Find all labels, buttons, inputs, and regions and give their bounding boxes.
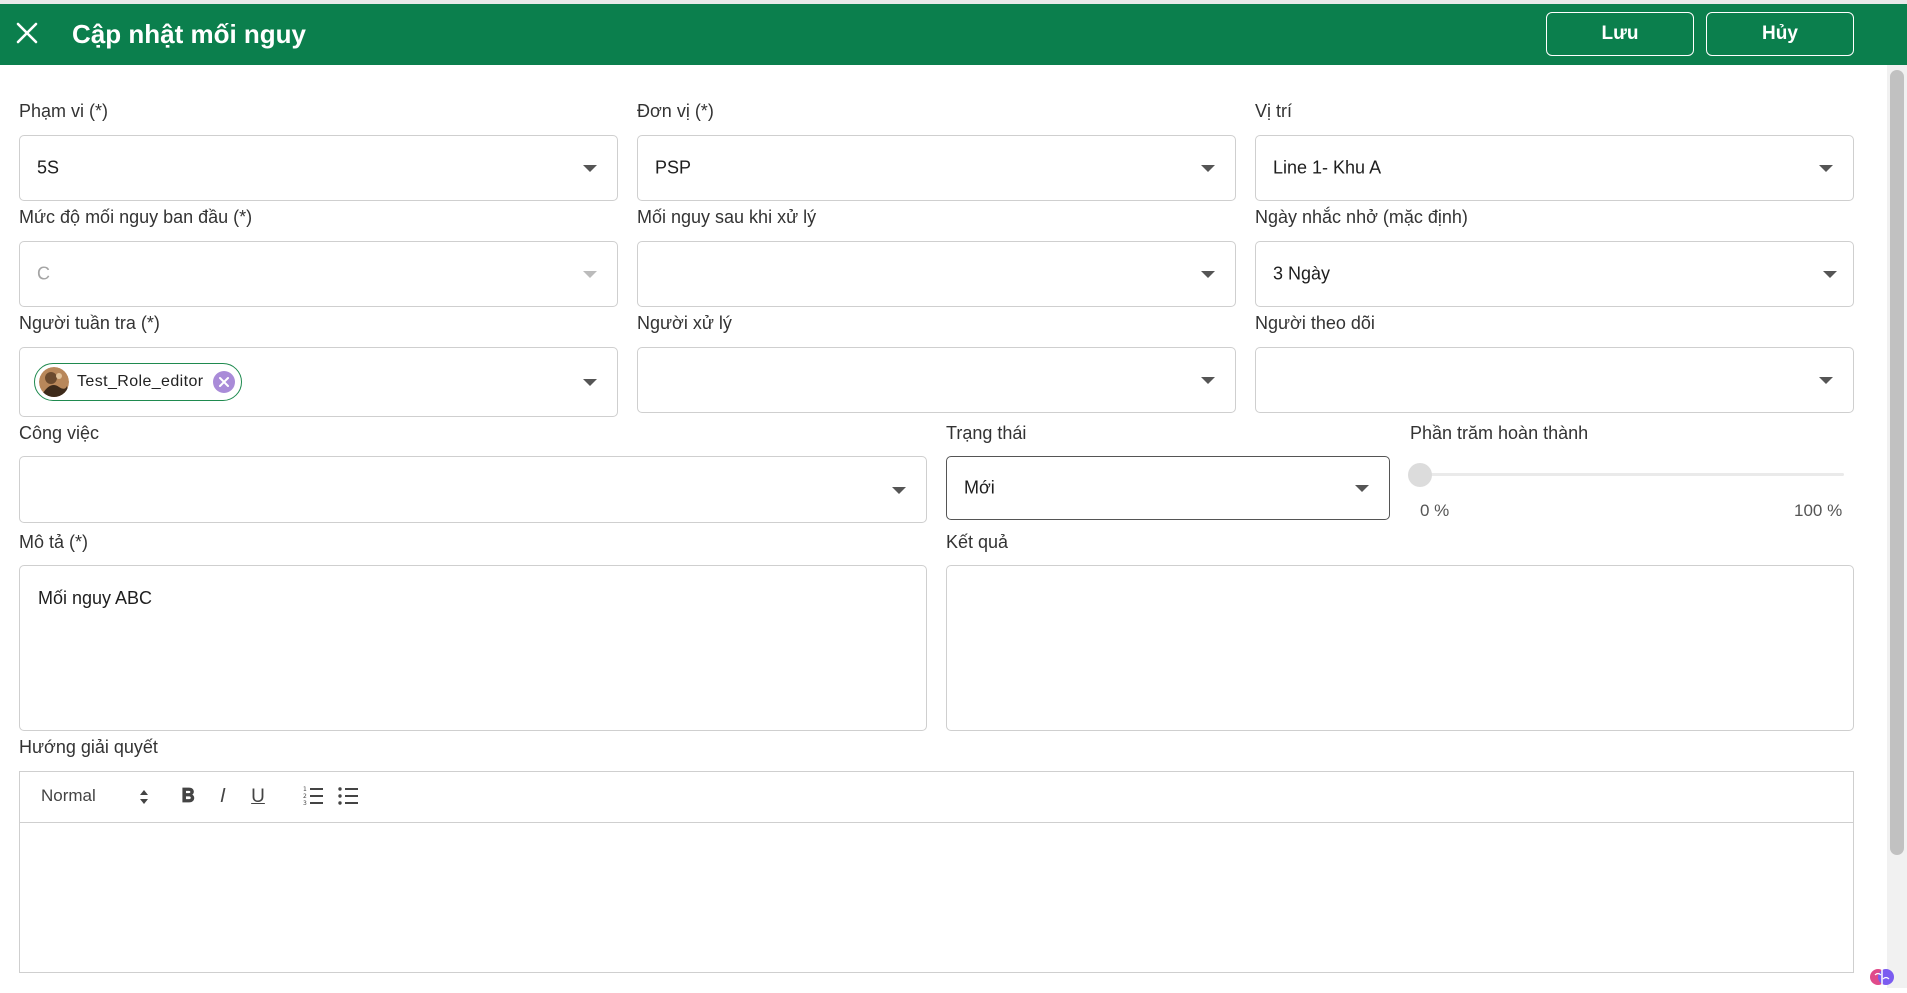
moi-nguy-sau-select[interactable] [637,241,1236,307]
user-chip-label: Test_Role_editor [77,373,204,390]
muc-do-value: C [37,263,50,284]
progress-slider-thumb[interactable] [1408,463,1432,487]
muc-do-select[interactable]: C [19,241,618,307]
chevron-down-icon [1819,165,1833,172]
avatar [39,367,69,397]
bullet-list-icon [338,787,358,805]
format-select[interactable]: Normal [39,785,149,809]
trang-thai-select[interactable]: Mới [946,456,1390,520]
phan-tram-label: Phần trăm hoàn thành [1410,423,1589,443]
ordered-list-icon: 1 2 3 [303,786,323,807]
updown-arrow-icon [140,790,148,804]
ordered-list-button[interactable]: 1 2 3 [300,784,326,810]
cong-viec-label: Công việc [19,423,100,443]
nguoi-tuan-tra-label: Người tuần tra (*) [19,313,160,333]
italic-button[interactable]: 𝐼 [210,784,236,810]
svg-text:2: 2 [303,793,307,800]
ket-qua-label: Kết quả [946,532,1009,552]
cancel-button[interactable]: Hủy [1706,12,1854,56]
nguoi-xu-ly-label: Người xử lý [637,313,732,333]
remove-chip-icon[interactable] [213,371,236,393]
svg-text:1: 1 [303,786,307,793]
brain-icon[interactable] [1870,965,1894,988]
nguoi-theo-doi-label: Người theo dõi [1255,313,1375,333]
pham-vi-label: Phạm vi (*) [19,101,109,121]
chevron-down-icon [892,486,906,494]
save-button[interactable]: Lưu [1546,12,1694,56]
huong-giai-quyet-label: Hướng giải quyết [19,737,158,757]
mo-ta-textarea[interactable]: Mối nguy ABC [19,565,927,731]
slider-max-label: 100 % [1794,501,1843,520]
chevron-down-icon [583,271,597,278]
ngay-nhac-select[interactable]: 3 Ngày [1255,241,1854,307]
slider-min-label: 0 % [1420,501,1450,520]
chevron-down-icon [1355,485,1369,492]
muc-do-label: Mức độ mối nguy ban đầu (*) [19,207,253,227]
ngay-nhac-value: 3 Ngày [1273,263,1331,284]
chevron-down-icon [583,165,597,172]
trang-thai-value: Mới [964,477,995,498]
page-title: Cập nhật mối nguy [72,19,306,49]
underline-button[interactable]: U [245,784,271,810]
mo-ta-value: Mối nguy ABC [38,588,153,608]
bold-button[interactable]: 𝐁 [175,784,201,810]
trang-thai-label: Trạng thái [946,423,1027,443]
chevron-down-icon [583,379,597,386]
nguoi-theo-doi-select[interactable] [1255,347,1854,413]
pham-vi-value: 5S [37,157,60,178]
nguoi-xu-ly-select[interactable] [637,347,1236,413]
editor-content-area[interactable] [20,823,1853,972]
cong-viec-select[interactable] [19,456,927,523]
chevron-down-icon [1201,377,1215,384]
moi-nguy-sau-label: Mối nguy sau khi xử lý [637,207,817,227]
chevron-down-icon [1823,271,1837,278]
user-chip: Test_Role_editor [34,363,243,401]
pham-vi-select[interactable]: 5S [19,135,618,201]
vi-tri-value: Line 1- Khu A [1273,157,1382,178]
close-icon [16,22,38,44]
don-vi-value: PSP [655,157,692,178]
vi-tri-label: Vị trí [1255,101,1293,121]
ngay-nhac-label: Ngày nhắc nhở (mặc định) [1255,207,1468,227]
underline-icon: U [251,786,265,807]
close-button[interactable] [12,18,42,48]
bullet-list-button[interactable] [335,784,361,810]
chevron-down-icon [1201,165,1215,172]
header-bar: Cập nhật mối nguy Lưu Hủy [0,4,1907,65]
chevron-down-icon [1819,377,1833,384]
huong-giai-quyet-editor: Normal 𝐁 𝐼 U 1 2 3 [19,771,1854,973]
ket-qua-textarea[interactable] [946,565,1854,731]
format-select-value: Normal [41,786,96,805]
nguoi-tuan-tra-select[interactable]: Test_Role_editor [19,347,618,417]
don-vi-label: Đơn vị (*) [637,101,714,121]
bold-icon: 𝐁 [181,786,195,807]
editor-toolbar: Normal 𝐁 𝐼 U 1 2 3 [20,772,1853,823]
don-vi-select[interactable]: PSP [637,135,1236,201]
scrollbar-thumb[interactable] [1890,70,1904,855]
mo-ta-label: Mô tả (*) [19,532,89,552]
svg-text:3: 3 [303,800,307,806]
progress-slider-track[interactable] [1411,473,1844,476]
vi-tri-select[interactable]: Line 1- Khu A [1255,135,1854,201]
chevron-down-icon [1201,271,1215,278]
italic-icon: 𝐼 [220,786,226,807]
